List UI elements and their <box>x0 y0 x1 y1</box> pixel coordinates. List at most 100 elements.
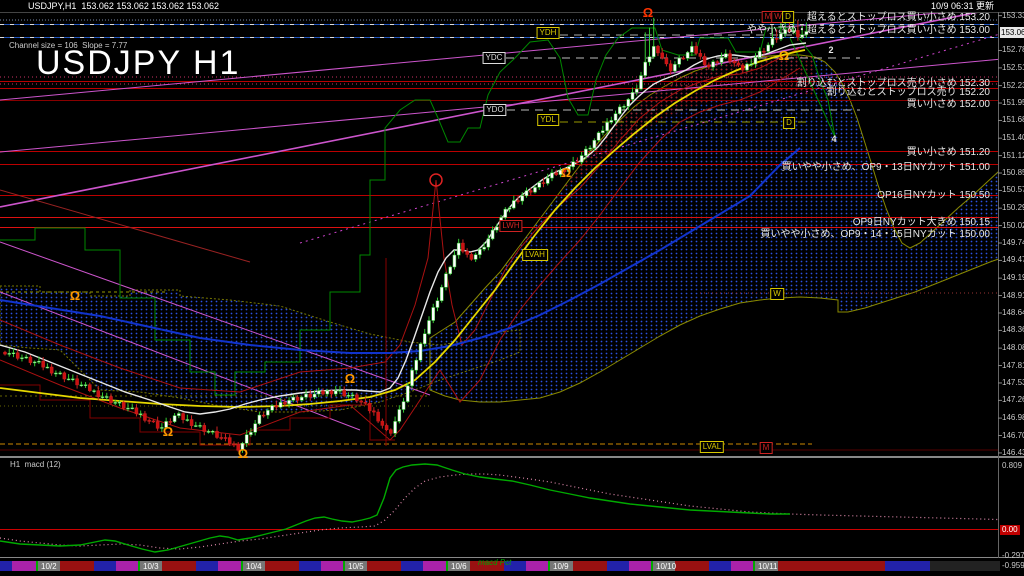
timeline-segment[interactable] <box>885 561 930 571</box>
price-tick: 151.955 <box>1002 99 1024 107</box>
wave-count-label: 4 <box>831 134 836 144</box>
pivot-label-ydl: YDL <box>537 114 559 126</box>
candle-body <box>275 406 278 408</box>
date-label-10/4: 10/4 <box>246 562 262 571</box>
candle-body <box>101 397 104 398</box>
candle-body <box>245 435 248 444</box>
timeline-segment[interactable] <box>930 561 1000 571</box>
current-price-box: 153.062 <box>1000 27 1024 38</box>
pivot-label-lval: LVAL <box>700 441 724 453</box>
candle-body <box>444 274 447 287</box>
price-tick: 150.295 <box>1002 204 1024 212</box>
symbol-watermark: USDJPY H1 <box>36 44 240 83</box>
candle-body <box>767 45 770 51</box>
candle-body <box>63 373 66 379</box>
candle-body <box>720 57 723 62</box>
timeline-tick <box>241 561 243 571</box>
timeline-segment[interactable] <box>629 561 651 571</box>
timeline-segment[interactable] <box>116 561 138 571</box>
timeline-segment[interactable] <box>709 561 731 571</box>
candle-body <box>555 173 558 175</box>
pivot-label-m: M <box>760 442 773 454</box>
timeline-segment[interactable] <box>162 561 196 571</box>
price-tick: 151.680 <box>1002 116 1024 124</box>
candle-body <box>517 201 520 202</box>
candle-body <box>177 414 180 416</box>
timeline-segment[interactable] <box>423 561 446 571</box>
pane-divider[interactable] <box>0 456 1024 458</box>
signal-marker-icon: Ω <box>70 288 80 303</box>
candle-body <box>216 431 219 437</box>
candle-body <box>678 58 681 64</box>
candle-body <box>589 148 592 149</box>
timeline-tick <box>36 561 38 571</box>
timeline-segment[interactable] <box>778 561 885 571</box>
candle-body <box>550 173 553 178</box>
timeline-segment[interactable] <box>607 561 629 571</box>
candle-body <box>754 57 757 64</box>
signal-marker-icon: Ω <box>238 446 248 461</box>
candle-body <box>695 46 698 53</box>
price-tick: 151.125 <box>1002 152 1024 160</box>
candle-body <box>771 38 774 45</box>
candle-body <box>114 402 117 403</box>
trendline-red[interactable] <box>0 190 250 262</box>
timeline-segment[interactable] <box>321 561 343 571</box>
timeline-segment[interactable] <box>0 561 12 571</box>
candle-body <box>300 397 303 400</box>
timeline-segment[interactable] <box>12 561 36 571</box>
candle-body <box>703 56 706 65</box>
timeline-segment[interactable] <box>401 561 423 571</box>
pivot-label-ydh: YDH <box>537 27 560 39</box>
candle-body <box>186 420 189 421</box>
candle-body <box>351 395 354 396</box>
price-tick: 146.705 <box>1002 432 1024 440</box>
timeline-segment[interactable] <box>731 561 753 571</box>
candle-body <box>288 400 291 404</box>
candle-body <box>593 140 596 148</box>
macd-pane[interactable] <box>0 464 1015 552</box>
timeline-tick <box>446 561 448 571</box>
candle-body <box>461 243 464 251</box>
candle-body <box>411 370 414 386</box>
timeline-segment[interactable] <box>299 561 321 571</box>
timeline-segment[interactable] <box>94 561 116 571</box>
timeline-segment[interactable] <box>218 561 241 571</box>
price-tick: 150.850 <box>1002 169 1024 177</box>
candle-body <box>716 62 719 63</box>
timeline-segment[interactable] <box>675 561 709 571</box>
candle-body <box>512 201 515 208</box>
candle-body <box>330 391 333 394</box>
pivot-label-ydc: YDC <box>483 52 506 64</box>
candle-body <box>648 57 651 62</box>
candle-body <box>283 402 286 404</box>
order-annotation: 超えるとストップロス買い小さめ 153.20 <box>807 13 990 23</box>
timeline-tick <box>343 561 345 571</box>
candle-body <box>470 254 473 259</box>
candle-body <box>627 99 630 106</box>
pivot-label-ydo: YDO <box>483 104 506 116</box>
candle-body <box>640 76 643 89</box>
timeline-segment[interactable] <box>60 561 94 571</box>
pivot-label-lvah: LVAH <box>522 249 548 261</box>
candle-body <box>724 54 727 58</box>
candle-body <box>428 321 431 334</box>
macd-signal-line <box>0 474 1015 549</box>
candle-body <box>211 431 214 432</box>
timeline-segment[interactable] <box>367 561 401 571</box>
order-annotation: 割り込むとストップロス売り 152.20 <box>827 88 990 98</box>
timeline-segment[interactable] <box>573 561 607 571</box>
candle-body <box>334 391 337 394</box>
timeline-segment[interactable] <box>196 561 218 571</box>
candle-body <box>292 397 295 400</box>
candle-body <box>746 64 749 70</box>
candle-body <box>169 421 172 422</box>
candle-body <box>686 52 689 58</box>
candle-body <box>775 38 778 39</box>
timeline-segment[interactable] <box>265 561 299 571</box>
timeline-segment[interactable] <box>526 561 548 571</box>
price-tick: 149.470 <box>1002 256 1024 264</box>
macd-scale-tick: 0.00 <box>1000 525 1020 535</box>
candle-body <box>309 394 312 397</box>
price-tick: 148.365 <box>1002 326 1024 334</box>
